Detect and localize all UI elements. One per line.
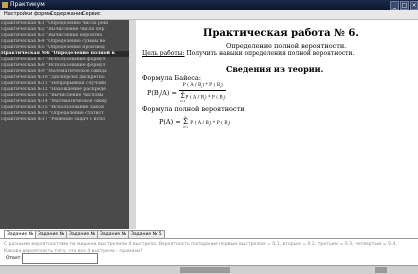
menu-bar: Настройки формы Содержание Сервис [0,10,418,20]
maximize-button[interactable]: □ [400,1,409,10]
title-bar: Практикум _ □ × [0,0,418,10]
answer-field[interactable] [22,253,98,264]
status-segment [375,267,387,273]
lesson-list: Практическая №1 "Определение числа реш П… [0,20,136,229]
window-title: Практикум [10,1,45,8]
status-segment [180,267,230,273]
menu-item-form-settings[interactable]: Настройки формы [4,10,52,19]
bayes-label: Формула Байеса: [142,74,201,82]
sum-symbol: n Σi=1 [182,114,189,129]
bayes-denominator: n Σi=1 P ( A / Bi) * P ( Bi) [179,89,226,103]
theory-heading: Сведения из теории. [226,64,324,74]
bayes-formula: P(Bi/A) = P ( A / Bi) * P ( Bi) n Σi=1 P (… [147,83,227,105]
total-probability-label: Формула полной вероятности [142,105,245,113]
bayes-fraction: P ( A / Bi) * P ( Bi) n Σi=1 P ( A / Bi) *… [178,83,227,103]
lesson-content: Практическая работа № 6. Определение пол… [137,20,418,229]
minimize-button[interactable]: _ [390,1,399,10]
goal-text: Получить навыки определения полной вероя… [186,50,355,57]
total-lhs: P(A) = [159,118,181,126]
page-title: Практическая работа № 6. [203,28,359,39]
bayes-lhs: P(Bi/A) = [147,88,177,99]
total-rhs: P ( A / Bi) * P ( Bi) [190,121,231,127]
lesson-item[interactable]: Практическая №17 "Решение задач с испо [1,117,135,123]
total-probability-formula: P(A) = n Σi=1 P ( A / Bi) * P ( Bi) [159,114,230,133]
bayes-numerator: P ( A / Bi) * P ( Bi) [178,83,227,91]
close-button[interactable]: × [410,1,418,10]
page-subtitle: Определение полной вероятности. [226,42,347,50]
goal-line: Цель работы: Получить навыки определения… [142,50,354,57]
menu-item-contents[interactable]: Содержание [50,10,83,19]
menu-item-service[interactable]: Сервис [82,10,101,19]
sidebar-scrollbar[interactable] [129,20,136,229]
app-icon [2,2,8,8]
goal-label: Цель работы: [142,50,185,57]
answer-label: Ответ: [6,256,22,261]
